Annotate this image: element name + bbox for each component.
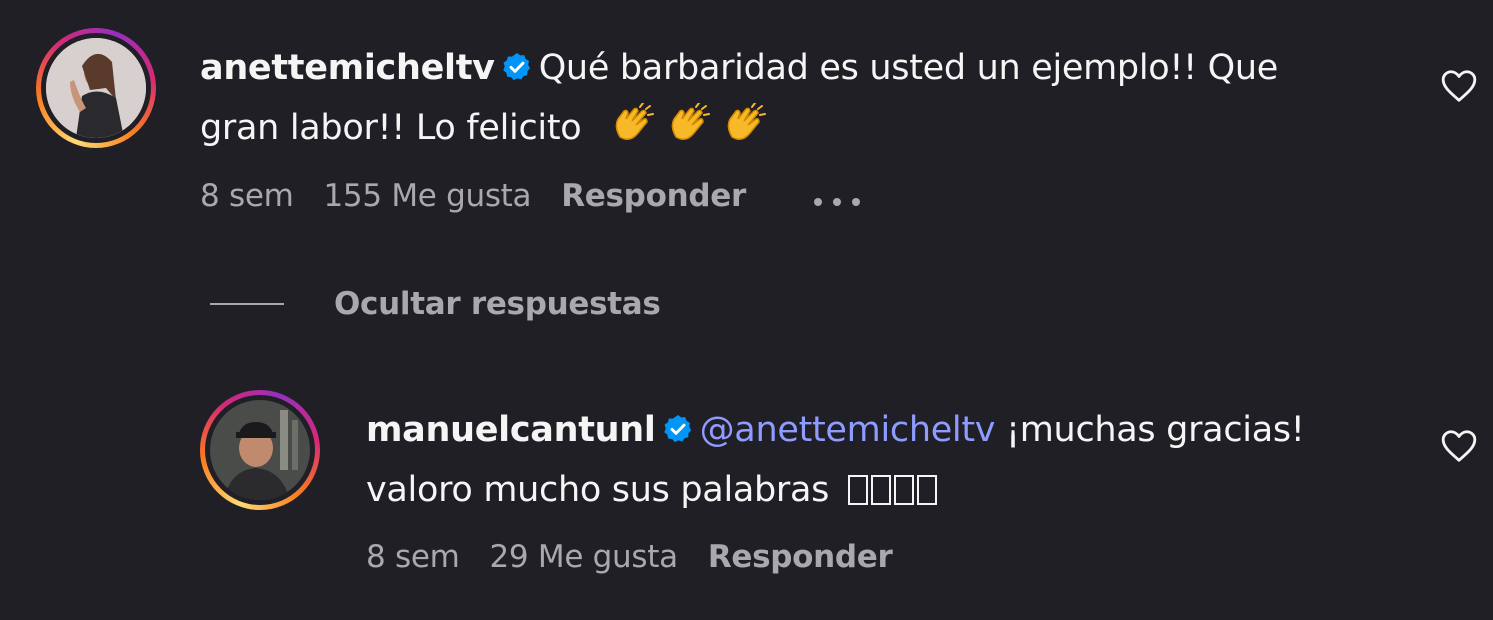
comment-meta: 8 sem 155 Me gusta Responder [200, 178, 892, 216]
comment-likes-count[interactable]: 29 Me gusta [490, 539, 679, 575]
avatar-photo [210, 400, 310, 500]
avatar-photo [46, 38, 146, 138]
comment-text-line2: gran labor!! Lo felicito [200, 108, 582, 148]
avatar-photo-image [46, 38, 146, 138]
mention-link[interactable]: @anettemicheltv [700, 410, 996, 450]
comment-meta: 8 sem 29 Me gusta Responder [366, 539, 923, 575]
comment-text-line1: Qué barbaridad es usted un ejemplo!! Que [538, 48, 1279, 88]
comment-text-line1: ¡muchas gracias! [1006, 410, 1305, 450]
comment-username[interactable]: manuelcantunl [366, 410, 656, 450]
missing-glyph-icon [870, 475, 891, 505]
reply-button[interactable]: Responder [561, 178, 746, 214]
avatar-photo-image [210, 400, 310, 500]
comment-body: manuelcantunl @anettemicheltv ¡muchas gr… [366, 402, 1416, 518]
clapping-hands-icon [722, 102, 768, 162]
comment-time: 8 sem [366, 539, 460, 575]
avatar[interactable] [36, 28, 156, 148]
clapping-hands-icon [610, 102, 656, 162]
verified-badge-icon [501, 44, 533, 100]
like-heart-icon[interactable] [1440, 68, 1478, 108]
hide-replies-label: Ocultar respuestas [334, 286, 661, 322]
missing-glyph-icon [847, 475, 868, 505]
more-options-icon[interactable] [812, 180, 862, 216]
hide-replies-button[interactable]: Ocultar respuestas [210, 286, 661, 322]
like-heart-icon[interactable] [1440, 428, 1478, 468]
missing-glyph-icon [893, 475, 914, 505]
clapping-hands-icon [666, 102, 712, 162]
comment-body: anettemicheltv Qué barbaridad es usted u… [200, 40, 1400, 162]
verified-badge-icon [662, 406, 694, 462]
avatar[interactable] [200, 390, 320, 510]
divider-line [210, 303, 284, 305]
comment-text-line2: valoro mucho sus palabras [366, 470, 830, 510]
comment-likes-count[interactable]: 155 Me gusta [324, 178, 532, 214]
reply-button[interactable]: Responder [708, 539, 893, 575]
comment-username[interactable]: anettemicheltv [200, 48, 495, 88]
comment-time: 8 sem [200, 178, 294, 214]
missing-emoji-glyphs [847, 470, 940, 510]
missing-glyph-icon [916, 475, 937, 505]
